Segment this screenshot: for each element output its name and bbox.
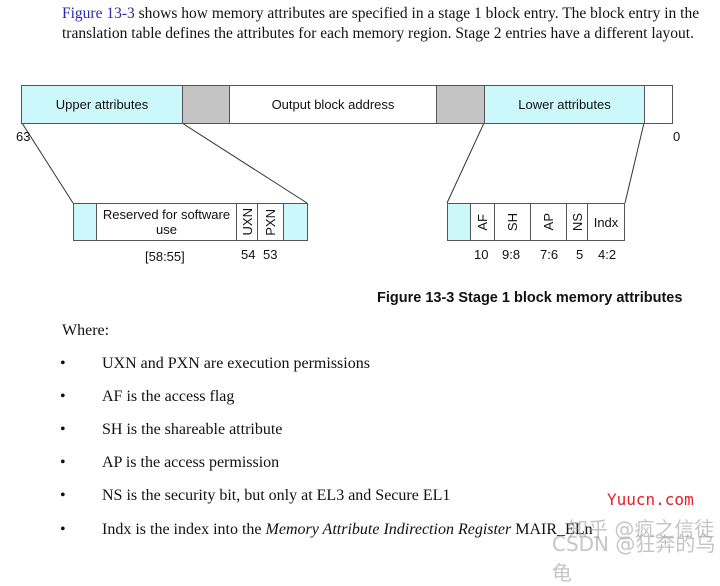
reserved-field-upper [182, 85, 230, 124]
reserved-field-lower [436, 85, 485, 124]
bullet-item-italic: Memory Attribute Indirection Register [265, 521, 512, 538]
sh-label: SH [505, 212, 520, 232]
uxn-field: UXN [236, 203, 258, 241]
ap-bits-label: 7:6 [540, 247, 559, 262]
connector-line [446, 122, 485, 204]
af-bit-label: 10 [474, 247, 489, 262]
uxn-label: UXN [239, 208, 255, 236]
upper-detail-right-cell [283, 203, 308, 241]
ns-field: NS [566, 203, 588, 241]
ns-label: NS [569, 212, 585, 232]
pxn-label: PXN [263, 208, 278, 236]
intro-paragraph: Figure 13-3 shows how memory attributes … [62, 4, 702, 44]
watermark-site: Yuucn.com [607, 490, 694, 509]
bit-0-label: 0 [673, 129, 681, 144]
block-entry-diagram: Upper attributes Output block address Lo… [0, 80, 720, 280]
uxn-bit-label: 54 [241, 247, 256, 262]
reserved-bits-label: [58:55] [145, 249, 185, 264]
pxn-bit-label: 53 [263, 247, 278, 262]
bullet-symbol: • [60, 454, 66, 471]
reserved-for-software-field: Reserved for software use [96, 203, 237, 241]
low-bits-field [644, 85, 673, 124]
connector-line [181, 122, 308, 204]
ap-field: AP [530, 203, 567, 241]
bullet-item: SH is the shareable attribute [102, 421, 283, 438]
figure-caption: Figure 13-3 Stage 1 block memory attribu… [377, 290, 683, 306]
sh-bits-label: 9:8 [502, 247, 521, 262]
bullet-symbol: • [60, 388, 66, 405]
bullet-item: Indx is the index into the Memory Attrib… [102, 521, 593, 539]
bullet-item-text: Indx is the index into the [102, 521, 266, 538]
bullet-item: AP is the access permission [102, 454, 280, 471]
pxn-field: PXN [257, 203, 284, 241]
bit-63-label: 63 [16, 129, 31, 144]
bullet-symbol: • [60, 487, 66, 504]
lower-detail-left-cell [447, 203, 471, 241]
indx-bits-label: 4:2 [598, 247, 617, 262]
ns-bit-label: 5 [576, 247, 584, 262]
bullet-item: UXN and PXN are execution permissions [102, 355, 370, 372]
bullet-item: NS is the security bit, but only at EL3 … [102, 487, 451, 504]
output-block-address-field: Output block address [229, 85, 437, 124]
upper-attributes-field: Upper attributes [21, 85, 183, 124]
bullet-symbol: • [60, 421, 66, 438]
af-field: AF [470, 203, 495, 241]
lower-attributes-field: Lower attributes [484, 85, 645, 124]
sh-field: SH [494, 203, 531, 241]
where-label: Where: [62, 322, 110, 339]
connector-line [624, 122, 645, 204]
bullet-symbol: • [60, 355, 66, 372]
intro-text: shows how memory attributes are specifie… [62, 5, 700, 42]
indx-field: Indx [587, 203, 625, 241]
bullet-symbol: • [60, 521, 66, 538]
bullet-item: AF is the access flag [102, 388, 235, 405]
figure-link[interactable]: Figure 13-3 [62, 5, 135, 22]
watermark-csdn: CSDN @狂奔的乌龟 [552, 532, 716, 585]
upper-detail-left-cell [73, 203, 97, 241]
af-label: AF [475, 213, 490, 231]
ap-label: AP [541, 213, 556, 231]
